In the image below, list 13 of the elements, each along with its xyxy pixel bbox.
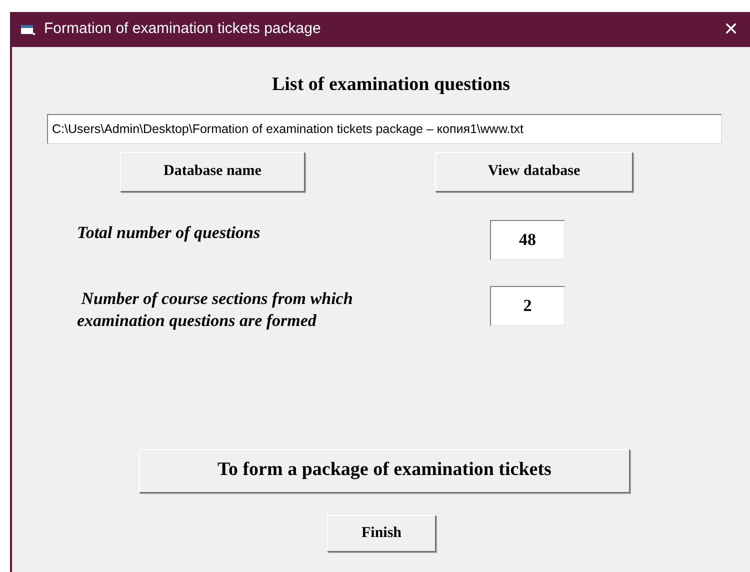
stat-label: Number of course sections from which examination questions are formed — [77, 288, 354, 332]
database-name-button[interactable]: Database name — [120, 152, 305, 192]
stat-value: 48 — [490, 220, 565, 260]
stat-value: 2 — [490, 286, 565, 326]
view-database-button[interactable]: View database — [435, 152, 633, 192]
finish-button[interactable]: Finish — [327, 514, 436, 552]
app-icon — [20, 22, 36, 36]
close-button[interactable]: ✕ — [716, 14, 746, 44]
list-heading: List of examination questions — [272, 73, 510, 97]
path-field[interactable]: C:\Users\Admin\Desktop\Formation of examination tickets package – копия1\www.txt — [47, 114, 722, 144]
stat-label: Total number of questions — [77, 222, 262, 244]
window-title: Formation of examination tickets package — [44, 19, 321, 40]
form-package-button[interactable]: To form a package of examination tickets — [139, 448, 630, 492]
